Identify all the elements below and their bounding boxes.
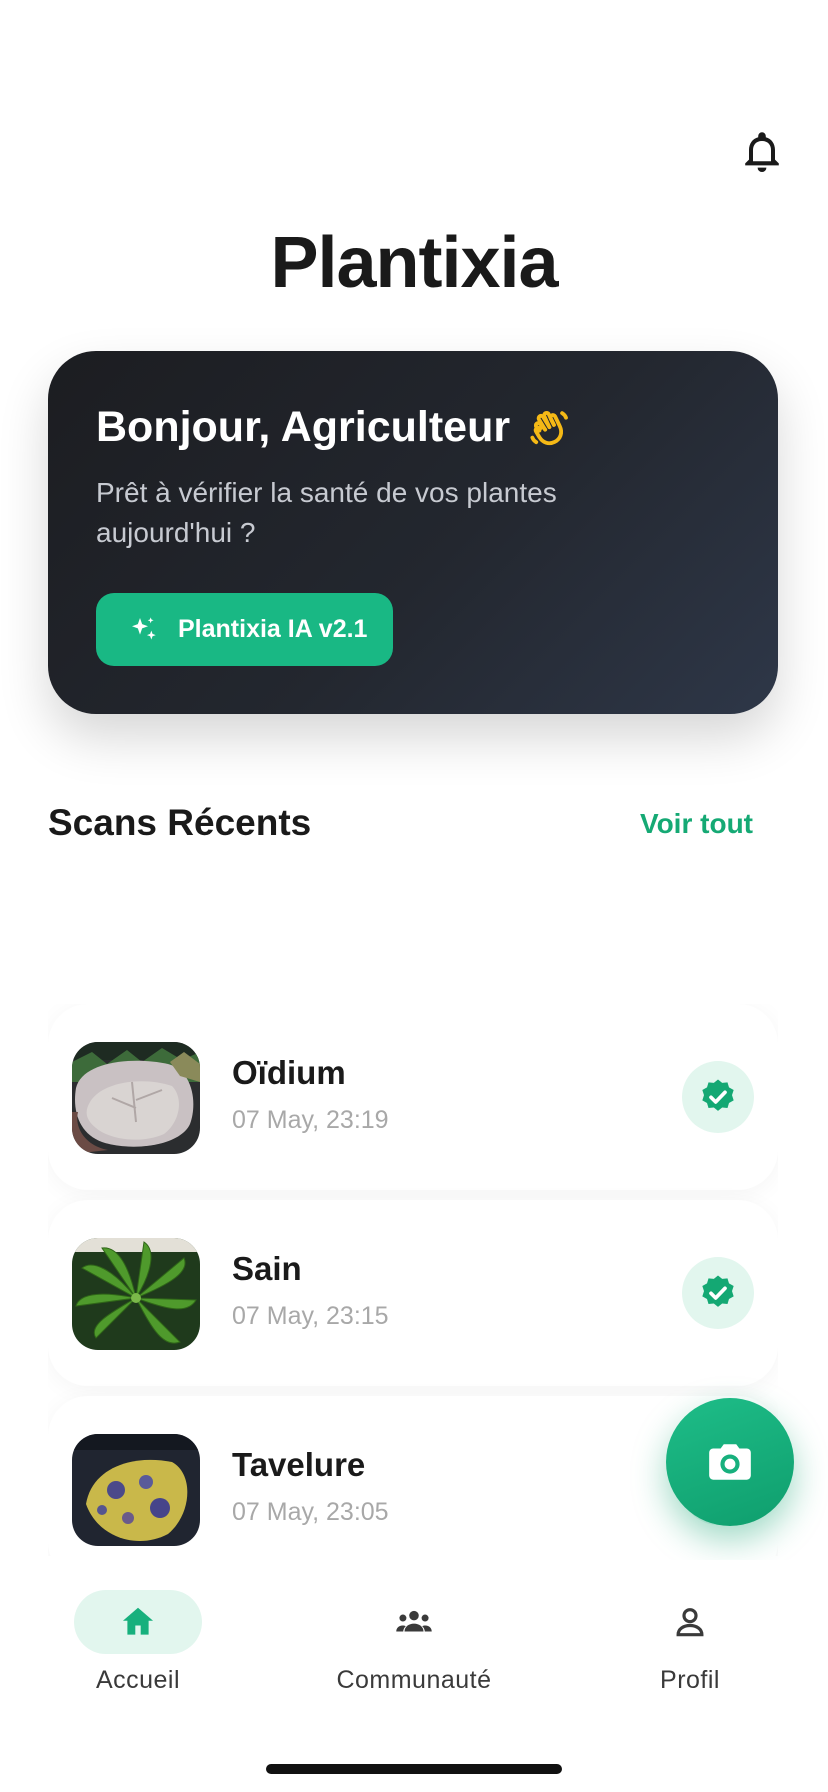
person-icon bbox=[676, 1608, 704, 1637]
group-icon bbox=[396, 1610, 432, 1632]
recent-scans-title: Scans Récents bbox=[48, 802, 312, 843]
scan-name: Oïdium bbox=[232, 1054, 346, 1091]
greeting-text: Bonjour, Agriculteur bbox=[96, 403, 511, 451]
verified-badge-icon bbox=[682, 1061, 754, 1133]
app-title: Plantixia bbox=[270, 223, 558, 303]
healthy-leaf-thumbnail bbox=[72, 1238, 200, 1350]
ai-version-label: Plantixia IA v2.1 bbox=[178, 615, 368, 643]
nav-label: Communauté bbox=[336, 1666, 492, 1694]
bottom-navigation: Accueil Communauté Profil bbox=[0, 1560, 828, 1792]
home-indicator bbox=[266, 1764, 562, 1774]
nav-item-accueil[interactable]: Accueil bbox=[18, 1590, 258, 1695]
greeting-row: Bonjour, Agriculteur bbox=[96, 403, 570, 452]
scan-date: 07 May, 23:05 bbox=[232, 1498, 389, 1526]
nav-pill-active bbox=[74, 1590, 202, 1654]
notification-bell-icon[interactable] bbox=[738, 128, 786, 176]
nav-label: Accueil bbox=[95, 1666, 181, 1694]
see-all-link[interactable]: Voir tout bbox=[640, 808, 753, 840]
scan-item-sain[interactable]: Sain 07 May, 23:15 bbox=[48, 1200, 778, 1386]
nav-item-communaute[interactable]: Communauté bbox=[294, 1590, 534, 1695]
nav-item-profil[interactable]: Profil bbox=[570, 1590, 810, 1695]
scan-item-oidium[interactable]: Oïdium 07 May, 23:19 bbox=[48, 1004, 778, 1190]
nav-pill bbox=[626, 1590, 754, 1654]
camera-icon bbox=[709, 1444, 751, 1480]
scan-date: 07 May, 23:19 bbox=[232, 1106, 389, 1134]
scan-name: Sain bbox=[232, 1250, 302, 1287]
verified-badge-icon bbox=[682, 1257, 754, 1329]
greeting-subtitle: Prêt à vérifier la santé de vos plantes … bbox=[96, 477, 557, 548]
camera-scan-button[interactable] bbox=[666, 1398, 794, 1526]
welcome-card: Bonjour, Agriculteur Prêt à vérifier la … bbox=[48, 351, 778, 714]
sparkles-icon bbox=[132, 616, 156, 639]
scan-date: 07 May, 23:15 bbox=[232, 1302, 389, 1330]
powdery-mildew-leaf-thumbnail bbox=[72, 1042, 200, 1154]
waving-hand-icon bbox=[528, 407, 570, 449]
scab-leaf-thumbnail bbox=[72, 1434, 200, 1546]
nav-pill bbox=[350, 1590, 478, 1654]
nav-label: Profil bbox=[660, 1666, 720, 1694]
scan-name: Tavelure bbox=[232, 1446, 366, 1483]
ai-version-button[interactable]: Plantixia IA v2.1 bbox=[96, 593, 393, 666]
home-icon bbox=[122, 1607, 154, 1635]
